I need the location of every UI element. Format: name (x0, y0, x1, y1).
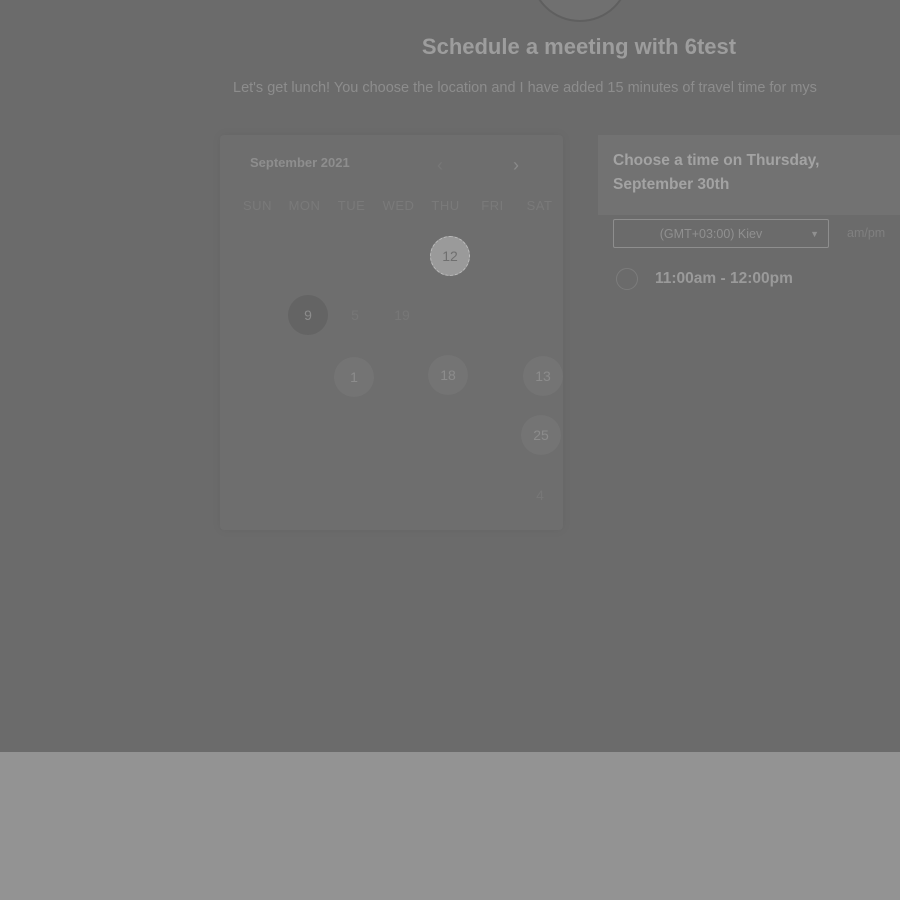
time-heading-panel: Choose a time on Thursday, September 30t… (598, 135, 900, 215)
calendar-day[interactable]: 1 (334, 357, 374, 397)
time-slot-option[interactable]: 11:00am - 12:00pm (616, 266, 793, 292)
time-slot-label: 11:00am - 12:00pm (655, 270, 793, 287)
time-slot-radio[interactable] (616, 268, 638, 290)
weekday-fri: FRI (481, 198, 504, 213)
meeting-description: Let's get lunch! You choose the location… (233, 80, 817, 96)
calendar-day[interactable]: 18 (428, 355, 468, 395)
calendar-month-label: September 2021 (250, 155, 350, 170)
weekday-mon: MON (288, 198, 321, 213)
calendar-day[interactable]: 13 (523, 356, 563, 396)
modal-overlay: Schedule a meeting with 6test Let's get … (0, 0, 900, 752)
time-heading: Choose a time on Thursday, September 30t… (613, 152, 820, 193)
time-format-toggle[interactable]: am/pm (847, 226, 885, 240)
timezone-select[interactable]: (GMT+03:00) Kiev ▼ (613, 219, 829, 248)
next-month-button[interactable]: › (504, 153, 528, 177)
chevron-left-icon: ‹ (437, 155, 443, 175)
calendar-day: 19 (394, 307, 410, 323)
weekday-tue: TUE (337, 198, 366, 213)
weekday-wed: WED (382, 198, 415, 213)
calendar-day: 4 (536, 487, 544, 503)
calendar-panel: September 2021 ‹ › SUN MON TUE WED THU F… (220, 135, 563, 530)
weekday-header: SUN MON TUE WED THU FRI SAT (234, 198, 563, 213)
weekday-sat: SAT (526, 198, 553, 213)
previous-month-button[interactable]: ‹ (428, 153, 452, 177)
calendar-day: 5 (351, 307, 359, 323)
calendar-day[interactable]: 9 (288, 295, 328, 335)
caret-down-icon: ▼ (810, 229, 819, 239)
host-avatar (530, 0, 630, 22)
timezone-value: (GMT+03:00) Kiev (659, 227, 763, 241)
page-title: Schedule a meeting with 6test (421, 34, 737, 59)
calendar-day[interactable]: 25 (521, 415, 561, 455)
weekday-sun: SUN (243, 198, 272, 213)
calendar-day-selected[interactable]: 12 (430, 236, 470, 276)
weekday-thu: THU (431, 198, 460, 213)
chevron-right-icon: › (513, 155, 519, 175)
